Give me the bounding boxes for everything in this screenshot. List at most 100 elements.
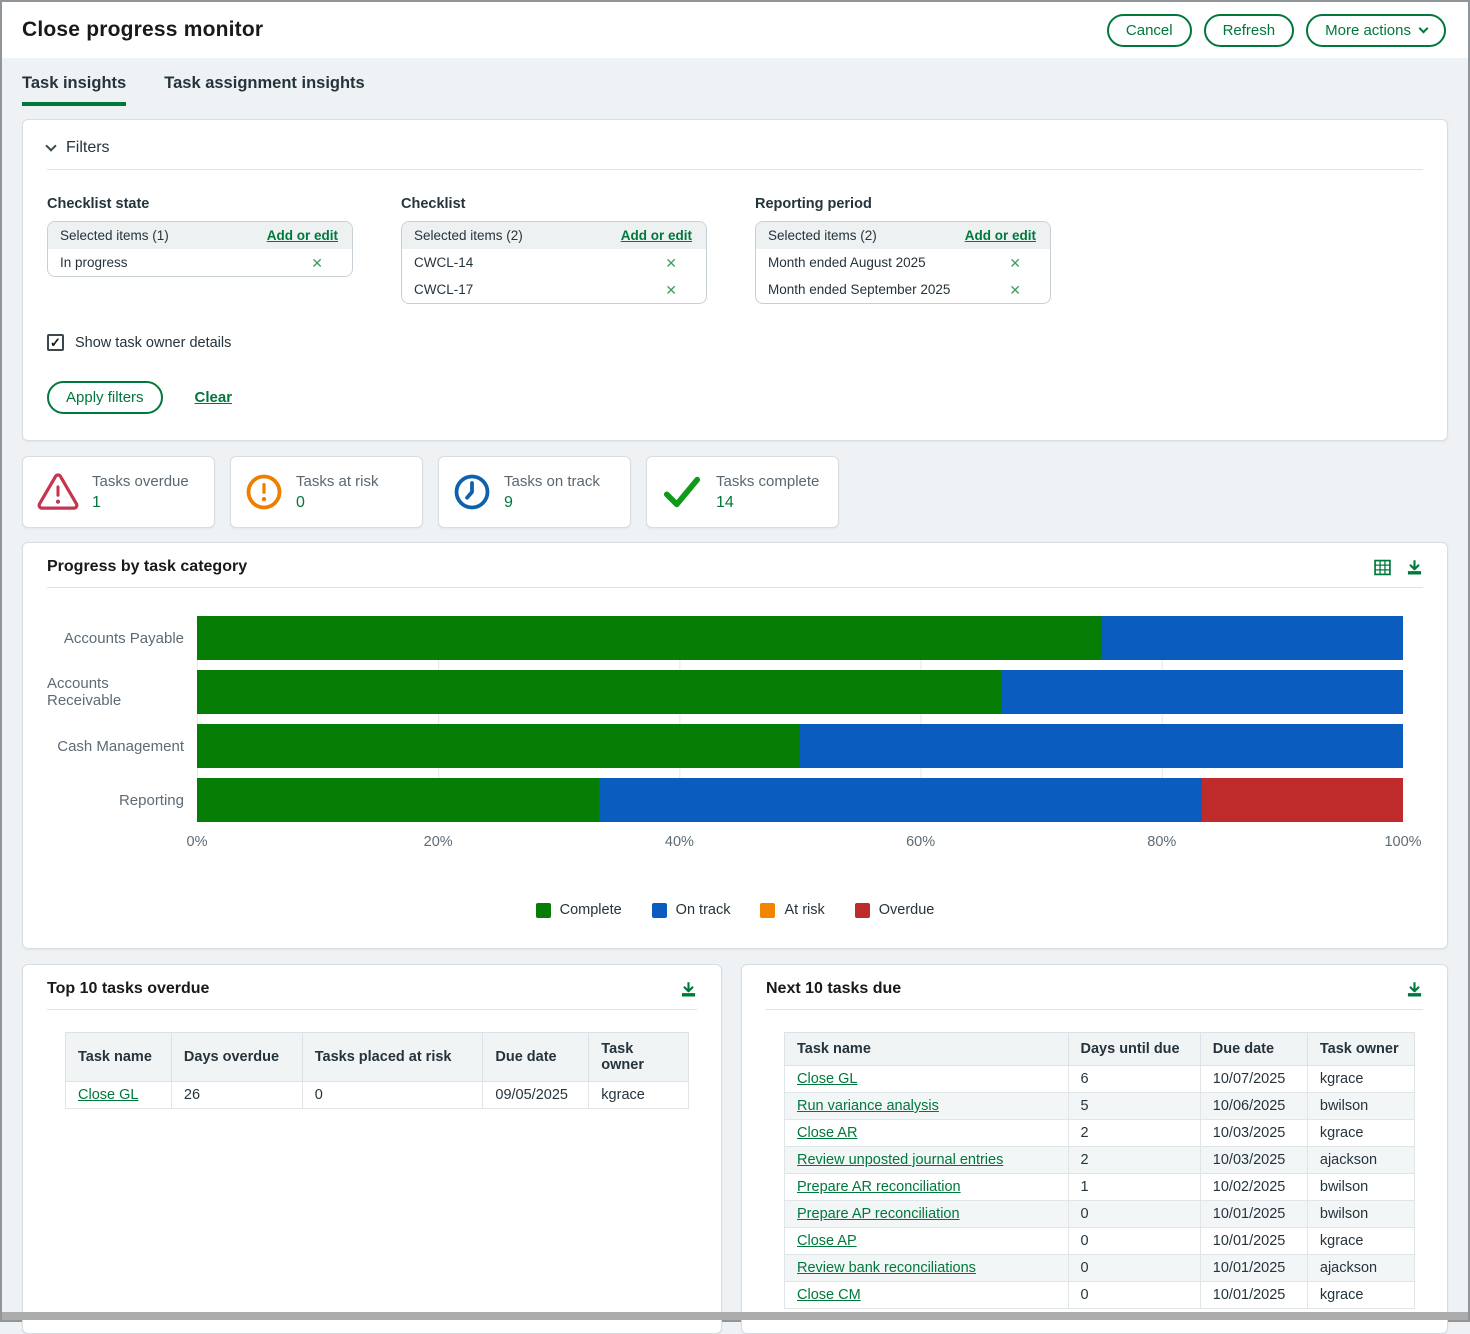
- warning-triangle-icon: [37, 473, 79, 511]
- window-bottom-scrollbar[interactable]: [2, 1312, 1468, 1320]
- task-name-cell: Prepare AP reconciliation: [785, 1201, 1069, 1228]
- download-icon[interactable]: [1406, 981, 1423, 998]
- table-cell: 1: [1068, 1174, 1200, 1201]
- task-link[interactable]: Close AR: [797, 1125, 857, 1141]
- table-cell: bwilson: [1307, 1093, 1414, 1120]
- task-name-cell: Close GL: [66, 1082, 172, 1109]
- download-icon[interactable]: [1406, 559, 1423, 576]
- selected-item-row: Month ended August 2025✕: [756, 249, 1050, 276]
- task-name-cell: Close AR: [785, 1120, 1069, 1147]
- table-cell: kgrace: [589, 1082, 689, 1109]
- table-cell: 0: [1068, 1201, 1200, 1228]
- download-icon[interactable]: [680, 981, 697, 998]
- bar-segment-overdue[interactable]: [1202, 778, 1403, 822]
- task-link[interactable]: Run variance analysis: [797, 1098, 939, 1114]
- stat-card: Tasks complete14: [646, 456, 839, 528]
- selected-items-box: Selected items (2)Add or editMonth ended…: [755, 221, 1051, 304]
- clear-filters-link[interactable]: Clear: [195, 389, 233, 406]
- refresh-button-label: Refresh: [1223, 22, 1276, 39]
- table-view-icon[interactable]: [1374, 559, 1391, 576]
- bar-segment-on-track[interactable]: [1102, 616, 1404, 660]
- tab-task-insights[interactable]: Task insights: [22, 74, 126, 106]
- add-or-edit-link[interactable]: Add or edit: [267, 228, 338, 243]
- x-axis-tick: 60%: [906, 834, 935, 850]
- legend-item: At risk: [760, 902, 824, 918]
- task-link[interactable]: Close CM: [797, 1287, 861, 1303]
- remove-item-icon[interactable]: ✕: [665, 256, 677, 270]
- bar-segment-on-track[interactable]: [1001, 670, 1403, 714]
- more-actions-button[interactable]: More actions: [1306, 14, 1446, 47]
- filters-actions: Apply filters Clear: [47, 381, 1423, 414]
- task-link[interactable]: Review unposted journal entries: [797, 1152, 1003, 1168]
- task-name-cell: Review unposted journal entries: [785, 1147, 1069, 1174]
- remove-item-icon[interactable]: ✕: [1009, 283, 1021, 297]
- tab-task-assignment-insights[interactable]: Task assignment insights: [164, 74, 365, 106]
- stat-card: Tasks at risk0: [230, 456, 423, 528]
- bar-segment-complete[interactable]: [197, 670, 1001, 714]
- selected-item-label: CWCL-17: [414, 282, 473, 297]
- bar-segment-on-track[interactable]: [599, 778, 1202, 822]
- task-link[interactable]: Review bank reconciliations: [797, 1260, 976, 1276]
- stat-label: Tasks overdue: [92, 473, 189, 490]
- stat-value: 0: [296, 494, 379, 512]
- chart-bar: [197, 778, 1403, 822]
- task-link[interactable]: Close GL: [78, 1087, 138, 1103]
- add-or-edit-link[interactable]: Add or edit: [965, 228, 1036, 243]
- remove-item-icon[interactable]: ✕: [311, 256, 323, 270]
- table-cell: 0: [1068, 1282, 1200, 1309]
- table-cell: 2: [1068, 1147, 1200, 1174]
- chart-bar: [197, 670, 1403, 714]
- bar-segment-complete[interactable]: [197, 616, 1102, 660]
- legend-label: Complete: [560, 902, 622, 918]
- apply-filters-button[interactable]: Apply filters: [47, 381, 163, 414]
- bar-segment-complete[interactable]: [197, 724, 800, 768]
- chart-category-label: Accounts Receivable: [47, 670, 197, 714]
- chart-x-axis: 0%20%40%60%80%100%: [197, 834, 1403, 854]
- legend-item: Complete: [536, 902, 622, 918]
- table-cell: 10/01/2025: [1200, 1201, 1307, 1228]
- cancel-button[interactable]: Cancel: [1107, 14, 1192, 47]
- column-header: Due date: [1200, 1033, 1307, 1066]
- task-name-cell: Run variance analysis: [785, 1093, 1069, 1120]
- table-row: Review unposted journal entries210/03/20…: [785, 1147, 1415, 1174]
- selected-item-label: CWCL-14: [414, 255, 473, 270]
- add-or-edit-link[interactable]: Add or edit: [621, 228, 692, 243]
- chart-title: Progress by task category: [47, 558, 247, 576]
- table-cell: kgrace: [1307, 1228, 1414, 1255]
- table-cell: 10/01/2025: [1200, 1255, 1307, 1282]
- next-due-table: Task nameDays until dueDue dateTask owne…: [784, 1032, 1415, 1309]
- table-row: Prepare AP reconciliation010/01/2025bwil…: [785, 1201, 1415, 1228]
- table-cell: 26: [171, 1082, 302, 1109]
- table-cell: 6: [1068, 1066, 1200, 1093]
- task-link[interactable]: Prepare AR reconciliation: [797, 1179, 961, 1195]
- filters-title: Filters: [66, 139, 110, 157]
- task-link[interactable]: Prepare AP reconciliation: [797, 1206, 960, 1222]
- remove-item-icon[interactable]: ✕: [665, 283, 677, 297]
- table-row: Review bank reconciliations010/01/2025aj…: [785, 1255, 1415, 1282]
- table-cell: 0: [1068, 1255, 1200, 1282]
- legend-swatch: [536, 903, 551, 918]
- selected-items-header: Selected items (1)Add or edit: [48, 222, 352, 249]
- table-row: Close AR210/03/2025kgrace: [785, 1120, 1415, 1147]
- task-link[interactable]: Close GL: [797, 1071, 857, 1087]
- bar-segment-complete[interactable]: [197, 778, 599, 822]
- selected-item-row: Month ended September 2025✕: [756, 276, 1050, 303]
- stat-text: Tasks at risk0: [296, 473, 379, 512]
- x-axis-tick: 0%: [187, 834, 208, 850]
- bar-segment-on-track[interactable]: [800, 724, 1403, 768]
- remove-item-icon[interactable]: ✕: [1009, 256, 1021, 270]
- table-row: Close AP010/01/2025kgrace: [785, 1228, 1415, 1255]
- task-name-cell: Close AP: [785, 1228, 1069, 1255]
- filters-collapse-toggle[interactable]: Filters: [47, 135, 1423, 170]
- stats-row: Tasks overdue1Tasks at risk0Tasks on tra…: [22, 456, 1448, 528]
- tables-row: Top 10 tasks overdue Task nameDays overd…: [22, 964, 1448, 1334]
- show-task-owner-checkbox[interactable]: ✓: [47, 334, 64, 351]
- filter-group: Checklist stateSelected items (1)Add or …: [47, 196, 353, 304]
- stat-label: Tasks complete: [716, 473, 819, 490]
- exclamation-circle-icon: [245, 473, 283, 511]
- refresh-button[interactable]: Refresh: [1204, 14, 1295, 47]
- chevron-down-icon: [45, 140, 56, 151]
- table-cell: bwilson: [1307, 1174, 1414, 1201]
- filter-group: Reporting periodSelected items (2)Add or…: [755, 196, 1051, 304]
- task-link[interactable]: Close AP: [797, 1233, 857, 1249]
